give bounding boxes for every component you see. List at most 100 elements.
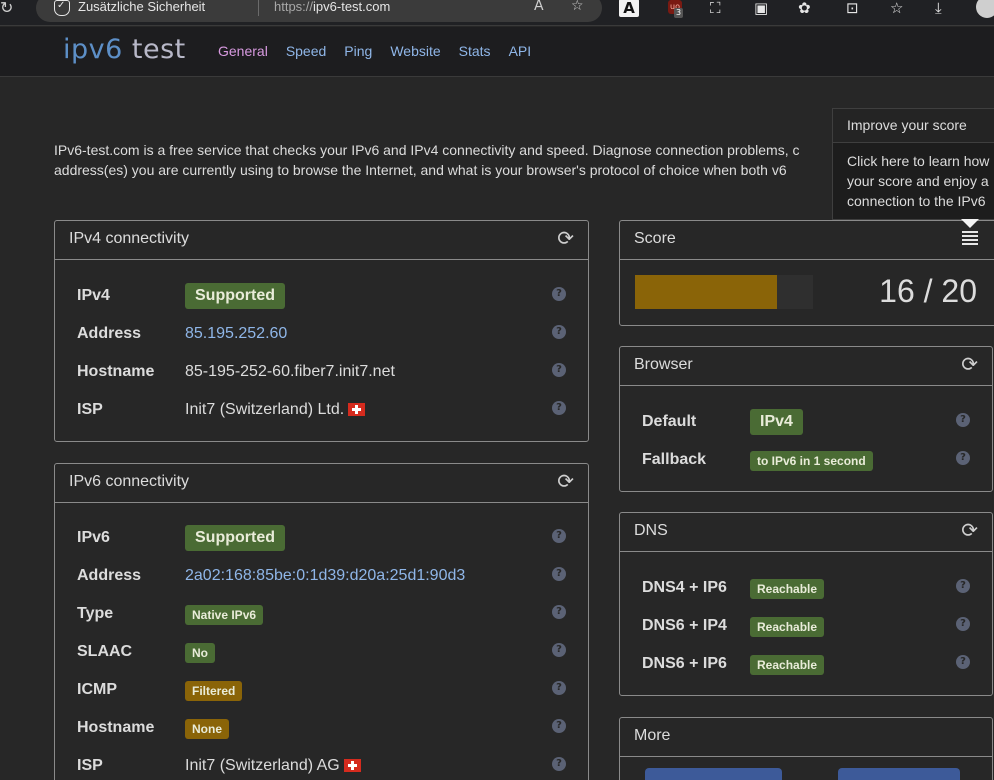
profile-avatar[interactable] [976,0,994,18]
nav-general[interactable]: General [218,43,268,59]
help-icon[interactable]: ? [956,413,970,427]
dns-row-2: DNS6 + IP4 Reachable ? [642,609,970,647]
font-extension-icon[interactable]: A [619,0,639,17]
cast-icon[interactable]: ⊡ [846,0,859,18]
dns-row-3: DNS6 + IP6 Reachable ? [642,647,970,685]
row-label: DNS4 + IP6 [642,579,727,596]
add-favorite-icon[interactable]: ☆ [571,0,584,14]
row-value: No [185,643,215,663]
main-nav: General Speed Ping Website Stats API [218,43,549,59]
help-icon[interactable]: ? [552,605,566,619]
help-icon[interactable]: ? [956,617,970,631]
more-panel-title: More [634,727,671,744]
row-value: Init7 (Switzerland) AG [185,757,361,775]
url-text[interactable]: https://ipv6-test.com [274,0,390,14]
browser-toolbar: ↻ Zusätzliche Sicherheit https://ipv6-te… [0,0,994,26]
list-icon[interactable] [962,231,978,247]
refresh-icon[interactable]: ⟳ [557,229,574,249]
dns-panel-header: DNS ⟳ [620,513,992,552]
icmp-badge: Filtered [185,681,243,701]
refresh-icon[interactable]: ⟳ [961,355,978,375]
screenshot-icon[interactable]: ▣ [754,0,768,18]
nav-stats[interactable]: Stats [459,43,491,59]
dns-panel: DNS ⟳ DNS4 + IP6 Reachable ? DNS6 + IP4 … [619,512,993,696]
help-icon[interactable]: ? [552,681,566,695]
browser-panel: Browser ⟳ Default IPv4 ? Fallback to IPv… [619,346,993,492]
row-label: Address [77,567,142,584]
site-header: ipv6 test General Speed Ping Website Sta… [0,27,994,77]
ipv4-row-isp: ISP Init7 (Switzerland) Ltd. ? [77,393,566,431]
reachable-badge: Reachable [750,579,825,599]
address-bar[interactable]: Zusätzliche Sicherheit https://ipv6-test… [36,0,602,22]
help-icon[interactable]: ? [956,579,970,593]
more-button-1[interactable] [645,768,782,780]
favorites-icon[interactable]: ☆ [890,0,903,18]
popover-title: Improve your score [833,109,994,143]
downloads-icon[interactable]: ⤓ [935,0,942,18]
help-icon[interactable]: ? [552,287,566,301]
row-value: Reachable [750,617,825,637]
ipv6-row-hostname: Hostname None ? [77,711,566,749]
row-label: Default [642,413,697,430]
nav-ping[interactable]: Ping [344,43,372,59]
ipv6-row-isp: ISP Init7 (Switzerland) AG ? [77,749,566,780]
security-label[interactable]: Zusätzliche Sicherheit [78,0,205,14]
improve-score-popover[interactable]: Improve your score Click here to learn h… [832,108,994,228]
popover-line: Click here to learn how [847,153,990,169]
help-icon[interactable]: ? [552,567,566,581]
score-value: 16 / 20 [879,273,977,309]
help-icon[interactable]: ? [552,719,566,733]
ipv4-panel-title: IPv4 connectivity [69,230,190,247]
help-icon[interactable]: ? [552,529,566,543]
url-prefix: https:// [274,0,314,14]
row-label: IPv4 [77,287,110,304]
refresh-icon[interactable]: ⟳ [961,521,978,541]
ipv4-address-link[interactable]: 85.195.252.60 [185,325,287,343]
nav-website[interactable]: Website [390,43,440,59]
row-value: Supported [185,283,285,309]
reachable-badge: Reachable [750,617,825,637]
popover-arrow [961,219,979,228]
fallback-badge: to IPv6 in 1 second [750,451,873,471]
reachable-badge: Reachable [750,655,825,675]
popover-body: Click here to learn how your score and e… [833,143,994,219]
nav-speed[interactable]: Speed [286,43,326,59]
supported-badge: Supported [185,525,285,551]
isp-name: Init7 (Switzerland) AG [185,757,340,774]
ipv6-address-link[interactable]: 2a02:168:85be:0:1d39:d20a:25d1:90d3 [185,567,465,585]
split-screen-icon[interactable]: ⛶ [710,0,721,18]
ipv4-row-address: Address 85.195.252.60 ? [77,317,566,355]
read-aloud-icon[interactable]: A [534,0,544,14]
help-icon[interactable]: ? [552,325,566,339]
row-label: DNS6 + IP6 [642,655,727,672]
logo-part2: test [131,34,186,65]
help-icon[interactable]: ? [552,757,566,771]
intro-line-1: IPv6-test.com is a free service that che… [54,142,800,158]
row-value: IPv4 [750,409,803,435]
help-icon[interactable]: ? [552,643,566,657]
help-icon[interactable]: ? [552,363,566,377]
shield-lock-icon[interactable] [54,0,70,16]
ublock-extension-icon[interactable]: uo 3 [668,0,684,18]
row-value: None [185,719,229,739]
extensions-icon[interactable]: ✿ [798,0,811,18]
slaac-badge: No [185,643,215,663]
address-separator [258,0,259,16]
row-value: Supported [185,525,285,551]
more-button-2[interactable] [838,768,960,780]
help-icon[interactable]: ? [956,655,970,669]
logo-part1: ipv6 [63,34,123,65]
more-panel: More [619,717,993,780]
reload-icon[interactable]: ↻ [0,0,22,20]
ipv6-row-address: Address 2a02:168:85be:0:1d39:d20a:25d1:9… [77,559,566,597]
help-icon[interactable]: ? [552,401,566,415]
ipv6-row-icmp: ICMP Filtered ? [77,673,566,711]
popover-line: connection to the IPv6 [847,193,986,209]
supported-badge: Supported [185,283,285,309]
browser-panel-header: Browser ⟳ [620,347,992,386]
swiss-flag-icon [348,403,366,417]
help-icon[interactable]: ? [956,451,970,465]
refresh-icon[interactable]: ⟳ [557,472,574,492]
site-logo[interactable]: ipv6 test [63,34,186,65]
nav-api[interactable]: API [509,43,532,59]
